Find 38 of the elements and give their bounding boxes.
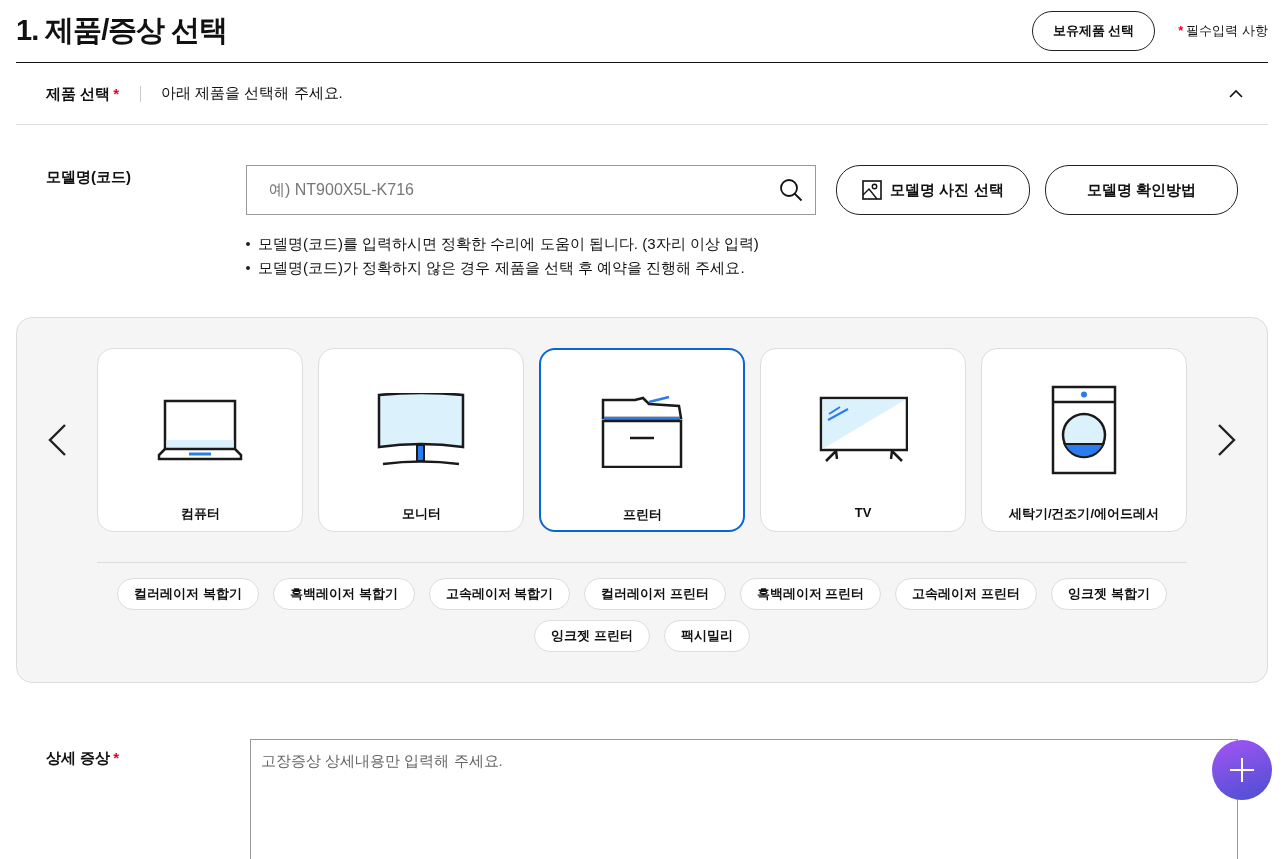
product-select-label: 제품 선택 * [46,85,141,102]
add-button[interactable] [1212,740,1272,800]
photo-select-button[interactable]: 모델명 사진 선택 [836,165,1030,215]
subcategory-chip[interactable]: 팩시밀리 [663,620,750,652]
laptop-icon [157,399,243,461]
model-note: 모델명(코드)를 입력하시면 정확한 수리에 도움이 됩니다. (3자리 이상 입력) [258,234,759,254]
search-icon[interactable] [779,178,803,202]
printer-icon [601,394,683,468]
symptom-field[interactable]: 고장증상 상세내용만 입력해 주세요. [250,739,1238,859]
category-card[interactable]: 모니터 [318,348,524,532]
subcategory-chip[interactable]: 잉크젯 프린터 [534,620,650,652]
page-title: 1. 제품/증상 선택 [16,13,229,48]
category-card[interactable]: TV [760,348,966,532]
bullet-dot [246,242,250,246]
model-note: 모델명(코드)가 정확하지 않은 경우 제품을 선택 후 예약을 진행해 주세요. [258,258,745,278]
model-guide-button[interactable]: 모델명 확인방법 [1045,165,1238,215]
bullet-dot [246,266,250,270]
symptom-label: 상세 증상 * [46,748,120,768]
category-card[interactable]: 프린터 [539,348,745,532]
subcategory-chip[interactable]: 잉크젯 복합기 [1051,578,1167,610]
required-note: * 필수입력 사항 [1177,22,1268,40]
chevron-up-icon[interactable] [1228,88,1244,99]
subcategory-chip[interactable]: 흑백레이저 복합기 [272,578,415,610]
model-search-field[interactable]: 예) NT900X5L-K716 [246,165,816,215]
subcategory-chip[interactable]: 고속레이저 프린터 [895,578,1038,610]
owned-products-button[interactable]: 보유제품 선택 [1031,11,1156,51]
plus-icon [1229,757,1255,783]
subcategory-chip[interactable]: 컬러레이저 복합기 [117,578,259,610]
monitor-icon [377,393,465,467]
washer-icon [1051,385,1117,475]
category-card[interactable]: 컴퓨터 [97,348,303,532]
image-icon [862,180,883,200]
subcategory-chip[interactable]: 컬러레이저 프린터 [584,578,726,610]
product-select-hint: 아래 제품을 선택해 주세요. [160,84,344,103]
model-label: 모델명(코드) [46,167,132,187]
subcategory-chip[interactable]: 고속레이저 복합기 [428,578,571,610]
subcategory-chip[interactable]: 흑백레이저 프린터 [739,578,882,610]
category-card[interactable]: 세탁기/건조기/에어드레서 [981,348,1187,532]
